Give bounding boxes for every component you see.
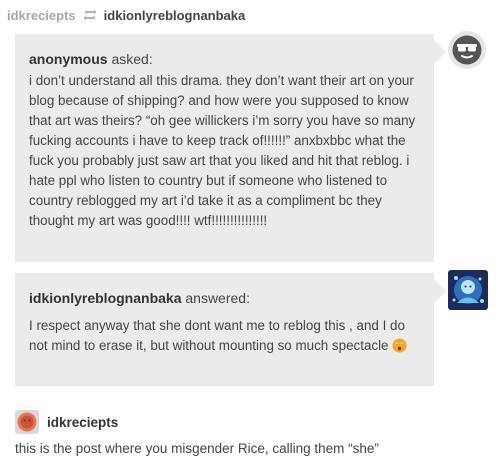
answerer-name[interactable]: idkionlyreblognanbaka xyxy=(29,290,181,306)
post-body-text: this is the post where you misgender Ric… xyxy=(15,441,379,456)
asker-line: anonymous asked: xyxy=(29,51,420,67)
ask-bubble-tail xyxy=(434,40,446,64)
ask-bubble: anonymous asked: i don’t understand all … xyxy=(15,34,446,262)
astonished-face-emoji-icon xyxy=(392,338,407,353)
answered-label: answered: xyxy=(185,290,250,306)
asker-name: anonymous xyxy=(29,51,108,67)
reblog-source-link[interactable]: idkreciepts xyxy=(7,8,76,23)
asked-label: asked: xyxy=(111,51,153,67)
reblog-target-link[interactable]: idkionlyreblognanbaka xyxy=(104,8,246,23)
answer-text: I respect anyway that she dont want me t… xyxy=(29,318,405,353)
author-avatar-icon[interactable] xyxy=(15,410,39,434)
author-name-link[interactable]: idkreciepts xyxy=(47,415,118,430)
anonymous-avatar-icon xyxy=(447,30,487,70)
answerer-line: idkionlyreblognanbaka answered: xyxy=(29,290,420,306)
answer-text-block: I respect anyway that she dont want me t… xyxy=(29,316,420,356)
answer-bubble-tail xyxy=(434,279,446,303)
answer-bubble: idkionlyreblognanbaka answered: I respec… xyxy=(15,273,446,386)
reblog-trail: idkreciepts idkionlyreblognanbaka xyxy=(7,5,245,25)
post-author: idkreciepts xyxy=(15,410,118,434)
ask-text: i don’t understand all this drama. they … xyxy=(29,73,416,228)
reblog-icon xyxy=(82,8,98,22)
answerer-avatar-icon[interactable] xyxy=(448,270,488,310)
